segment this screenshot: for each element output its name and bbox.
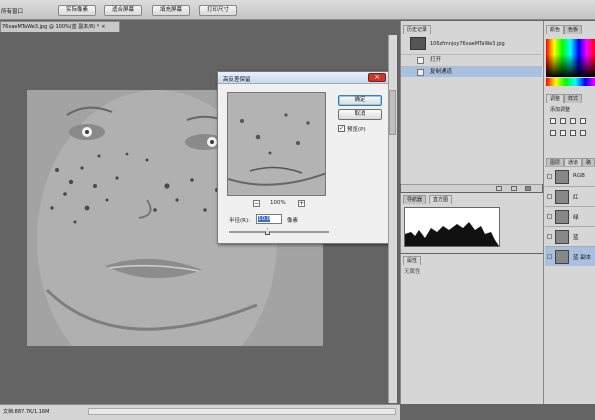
- close-icon[interactable]: ×: [101, 24, 105, 30]
- history-step[interactable]: 打开: [401, 54, 542, 65]
- tab-adjustments[interactable]: 调整: [546, 94, 565, 103]
- tab-histogram[interactable]: 直方图: [429, 195, 453, 204]
- document-icon: [417, 69, 424, 76]
- zoom-in-button[interactable]: +: [298, 200, 305, 207]
- channel-name: RGB: [573, 173, 585, 179]
- ok-button[interactable]: 确定: [338, 95, 382, 106]
- channel-row[interactable]: 蓝: [545, 226, 595, 246]
- add-adjustment-label: 添加调整: [550, 107, 571, 113]
- radius-unit: 像素: [287, 218, 299, 224]
- eye-icon[interactable]: [547, 254, 552, 259]
- black-white-icon[interactable]: [580, 130, 586, 136]
- radius-input[interactable]: 10.0: [256, 214, 282, 224]
- balance-icon[interactable]: [570, 130, 576, 136]
- hue-icon[interactable]: [560, 130, 566, 136]
- snapshot-icon[interactable]: [496, 186, 502, 191]
- document-size-status[interactable]: 文档:887.7K/1.16M: [3, 408, 49, 415]
- snapshot-name: 106zfmnjoy76xaeMTaWe3.jpg: [430, 41, 505, 47]
- tab-color[interactable]: 颜色: [546, 25, 565, 34]
- snapshot-thumbnail: [410, 37, 426, 50]
- curves-icon[interactable]: [570, 118, 576, 124]
- channel-name: 蓝: [573, 235, 579, 241]
- tab-styles[interactable]: 样式: [564, 94, 583, 103]
- fit-screen-button[interactable]: 适合屏幕: [104, 5, 142, 16]
- tab-swatches[interactable]: 色板: [564, 25, 583, 34]
- preview-label: 预览(P): [347, 127, 366, 133]
- channel-row[interactable]: 红: [545, 186, 595, 206]
- history-step[interactable]: 复制通道: [401, 66, 542, 77]
- eye-icon[interactable]: [547, 214, 552, 219]
- print-size-button[interactable]: 打印尺寸: [199, 5, 237, 16]
- radius-label: 半径(R):: [229, 218, 250, 224]
- levels-icon[interactable]: [560, 118, 566, 124]
- horizontal-scrollbar[interactable]: [88, 408, 396, 415]
- histogram-graph: [404, 207, 500, 247]
- document-icon: [417, 57, 424, 64]
- exposure-icon[interactable]: [580, 118, 586, 124]
- scrollbar-thumb[interactable]: [389, 90, 396, 135]
- zoom-out-button[interactable]: −: [253, 200, 260, 207]
- eye-icon[interactable]: [547, 174, 552, 179]
- actual-pixels-button[interactable]: 实际像素: [58, 5, 96, 16]
- preview-checkbox[interactable]: ✓: [338, 125, 345, 132]
- channel-row[interactable]: RGB: [545, 166, 595, 186]
- document-tab[interactable]: 76xaeMTaWe3.jpg @ 100%(蓝 副本/8) * ×: [0, 21, 120, 32]
- history-step-label: 打开: [430, 57, 442, 63]
- trash-icon[interactable]: [525, 186, 531, 191]
- document-tab-title: 76xaeMTaWe3.jpg @ 100%(蓝 副本/8) *: [2, 24, 100, 30]
- channel-thumbnail: [555, 170, 569, 184]
- properties-panel: 属性: [400, 254, 543, 404]
- radius-value: 10.0: [258, 216, 271, 222]
- channel-name: 红: [573, 195, 579, 201]
- dialog-title: 高反差保留: [223, 77, 251, 83]
- channel-row[interactable]: 绿: [545, 206, 595, 226]
- no-properties-text: 无属性: [404, 269, 421, 275]
- radius-slider-thumb[interactable]: [265, 228, 270, 235]
- zoom-level: 100%: [270, 200, 286, 206]
- new-document-icon[interactable]: [511, 186, 517, 191]
- history-panel-footer: [401, 184, 542, 192]
- channel-name: 蓝 副本: [573, 255, 592, 261]
- eye-icon[interactable]: [547, 194, 552, 199]
- eye-icon[interactable]: [547, 234, 552, 239]
- brightness-icon[interactable]: [550, 118, 556, 124]
- channel-row-selected[interactable]: 蓝 副本: [545, 246, 595, 266]
- cancel-button[interactable]: 取消: [338, 109, 382, 120]
- all-windows-label[interactable]: 所有窗口: [1, 7, 23, 15]
- preview-image: [228, 93, 325, 195]
- filter-preview[interactable]: [227, 92, 326, 196]
- history-step-label: 复制通道: [430, 69, 453, 75]
- tab-properties[interactable]: 属性: [403, 256, 422, 265]
- color-ramp[interactable]: [546, 78, 595, 86]
- vibrance-icon[interactable]: [550, 130, 556, 136]
- tab-navigator[interactable]: 导航器: [403, 195, 427, 204]
- channel-thumbnail: [555, 230, 569, 244]
- histogram-shape: [405, 222, 499, 246]
- channel-thumbnail: [555, 190, 569, 204]
- close-icon[interactable]: ×: [368, 73, 386, 82]
- channel-thumbnail: [555, 250, 569, 264]
- color-picker-field[interactable]: [546, 39, 595, 77]
- radius-slider-track[interactable]: [229, 231, 329, 233]
- channel-thumbnail: [555, 210, 569, 224]
- channel-name: 绿: [573, 215, 579, 221]
- tab-history[interactable]: 历史记录: [403, 25, 432, 34]
- fill-screen-button[interactable]: 填充屏幕: [152, 5, 190, 16]
- high-pass-dialog: 高反差保留 × − 100% + 确定 取消 ✓ 预览(P) 半径(R): 10…: [217, 71, 389, 244]
